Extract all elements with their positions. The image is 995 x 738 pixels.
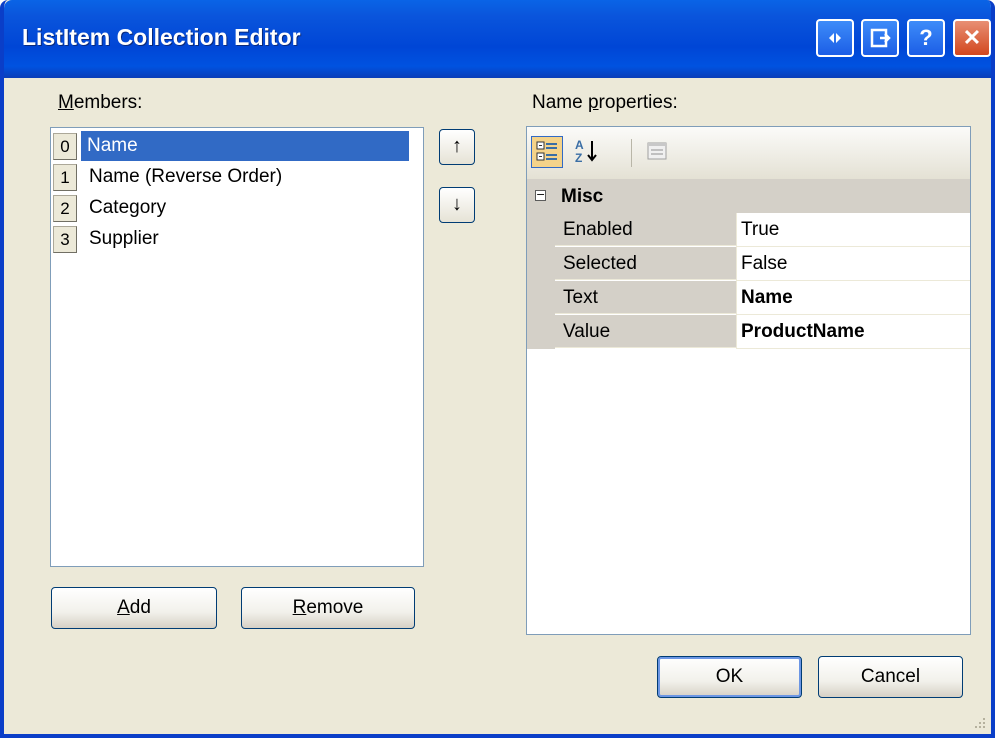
list-item-label: Name (Reverse Order) [89,166,283,187]
row-gutter [527,281,555,315]
property-grid-toolbar: A Z [527,127,970,180]
arrow-down-icon: ↓ [452,193,462,215]
categorized-icon[interactable] [531,136,563,168]
property-value[interactable]: False [736,247,970,281]
list-item[interactable]: 2 Category [53,193,421,223]
toolbar-separator [631,139,632,167]
category-row-misc[interactable]: − Misc [527,179,970,213]
members-label: Members: [58,92,143,113]
members-listbox[interactable]: 0 Name 1 Name (Reverse Order) 2 Category… [50,127,424,567]
property-value[interactable]: ProductName [736,315,970,349]
property-name: Value [555,315,736,348]
list-item-label: Category [89,197,167,218]
remove-button[interactable]: Remove [241,587,415,629]
resize-grip-icon[interactable] [971,714,987,730]
row-gutter [527,247,555,281]
title-bar[interactable]: ListItem Collection Editor ? ✕ [4,0,991,78]
property-value[interactable]: Name [736,281,970,315]
property-grid[interactable]: A Z − Misc Enabled True Selected False T… [526,126,971,635]
list-item-label: Name [81,131,409,161]
list-item-index: 0 [53,133,77,160]
list-item-index: 1 [53,164,77,191]
property-value[interactable]: True [736,213,970,247]
collapse-icon[interactable]: − [535,189,546,201]
property-row-value[interactable]: Value ProductName [527,315,970,349]
move-down-button[interactable]: ↓ [439,187,475,223]
svg-text:A: A [575,138,584,152]
move-up-button[interactable]: ↑ [439,129,475,165]
alphabetical-icon[interactable]: A Z [571,136,603,168]
list-item[interactable]: 0 Name [53,131,421,161]
window-title: ListItem Collection Editor [22,24,301,50]
property-name: Text [555,281,736,314]
add-button[interactable]: Add [51,587,217,629]
list-item[interactable]: 3 Supplier [53,224,421,254]
row-gutter [527,315,555,349]
property-row-selected[interactable]: Selected False [527,247,970,281]
property-grid-body: − Misc Enabled True Selected False Text … [527,179,970,350]
property-name: Enabled [555,213,736,246]
category-label: Misc [561,186,604,207]
list-item-index: 3 [53,226,77,253]
property-pages-icon[interactable] [641,136,673,168]
help-button[interactable]: ? [907,19,945,57]
svg-text:Z: Z [575,151,582,165]
collection-editor-dialog: ListItem Collection Editor ? ✕ Members: … [0,0,995,738]
property-row-text[interactable]: Text Name [527,281,970,315]
property-name: Selected [555,247,736,280]
list-item[interactable]: 1 Name (Reverse Order) [53,162,421,192]
cancel-button[interactable]: Cancel [818,656,963,698]
properties-label: Name properties: [532,92,678,113]
restore-icon[interactable] [861,19,899,57]
close-button[interactable]: ✕ [953,19,991,57]
expand-icon[interactable] [816,19,854,57]
arrow-up-icon: ↑ [452,135,462,157]
ok-button[interactable]: OK [657,656,802,698]
property-row-enabled[interactable]: Enabled True [527,213,970,247]
row-gutter [527,213,555,247]
list-item-label: Supplier [89,228,159,249]
list-item-index: 2 [53,195,77,222]
